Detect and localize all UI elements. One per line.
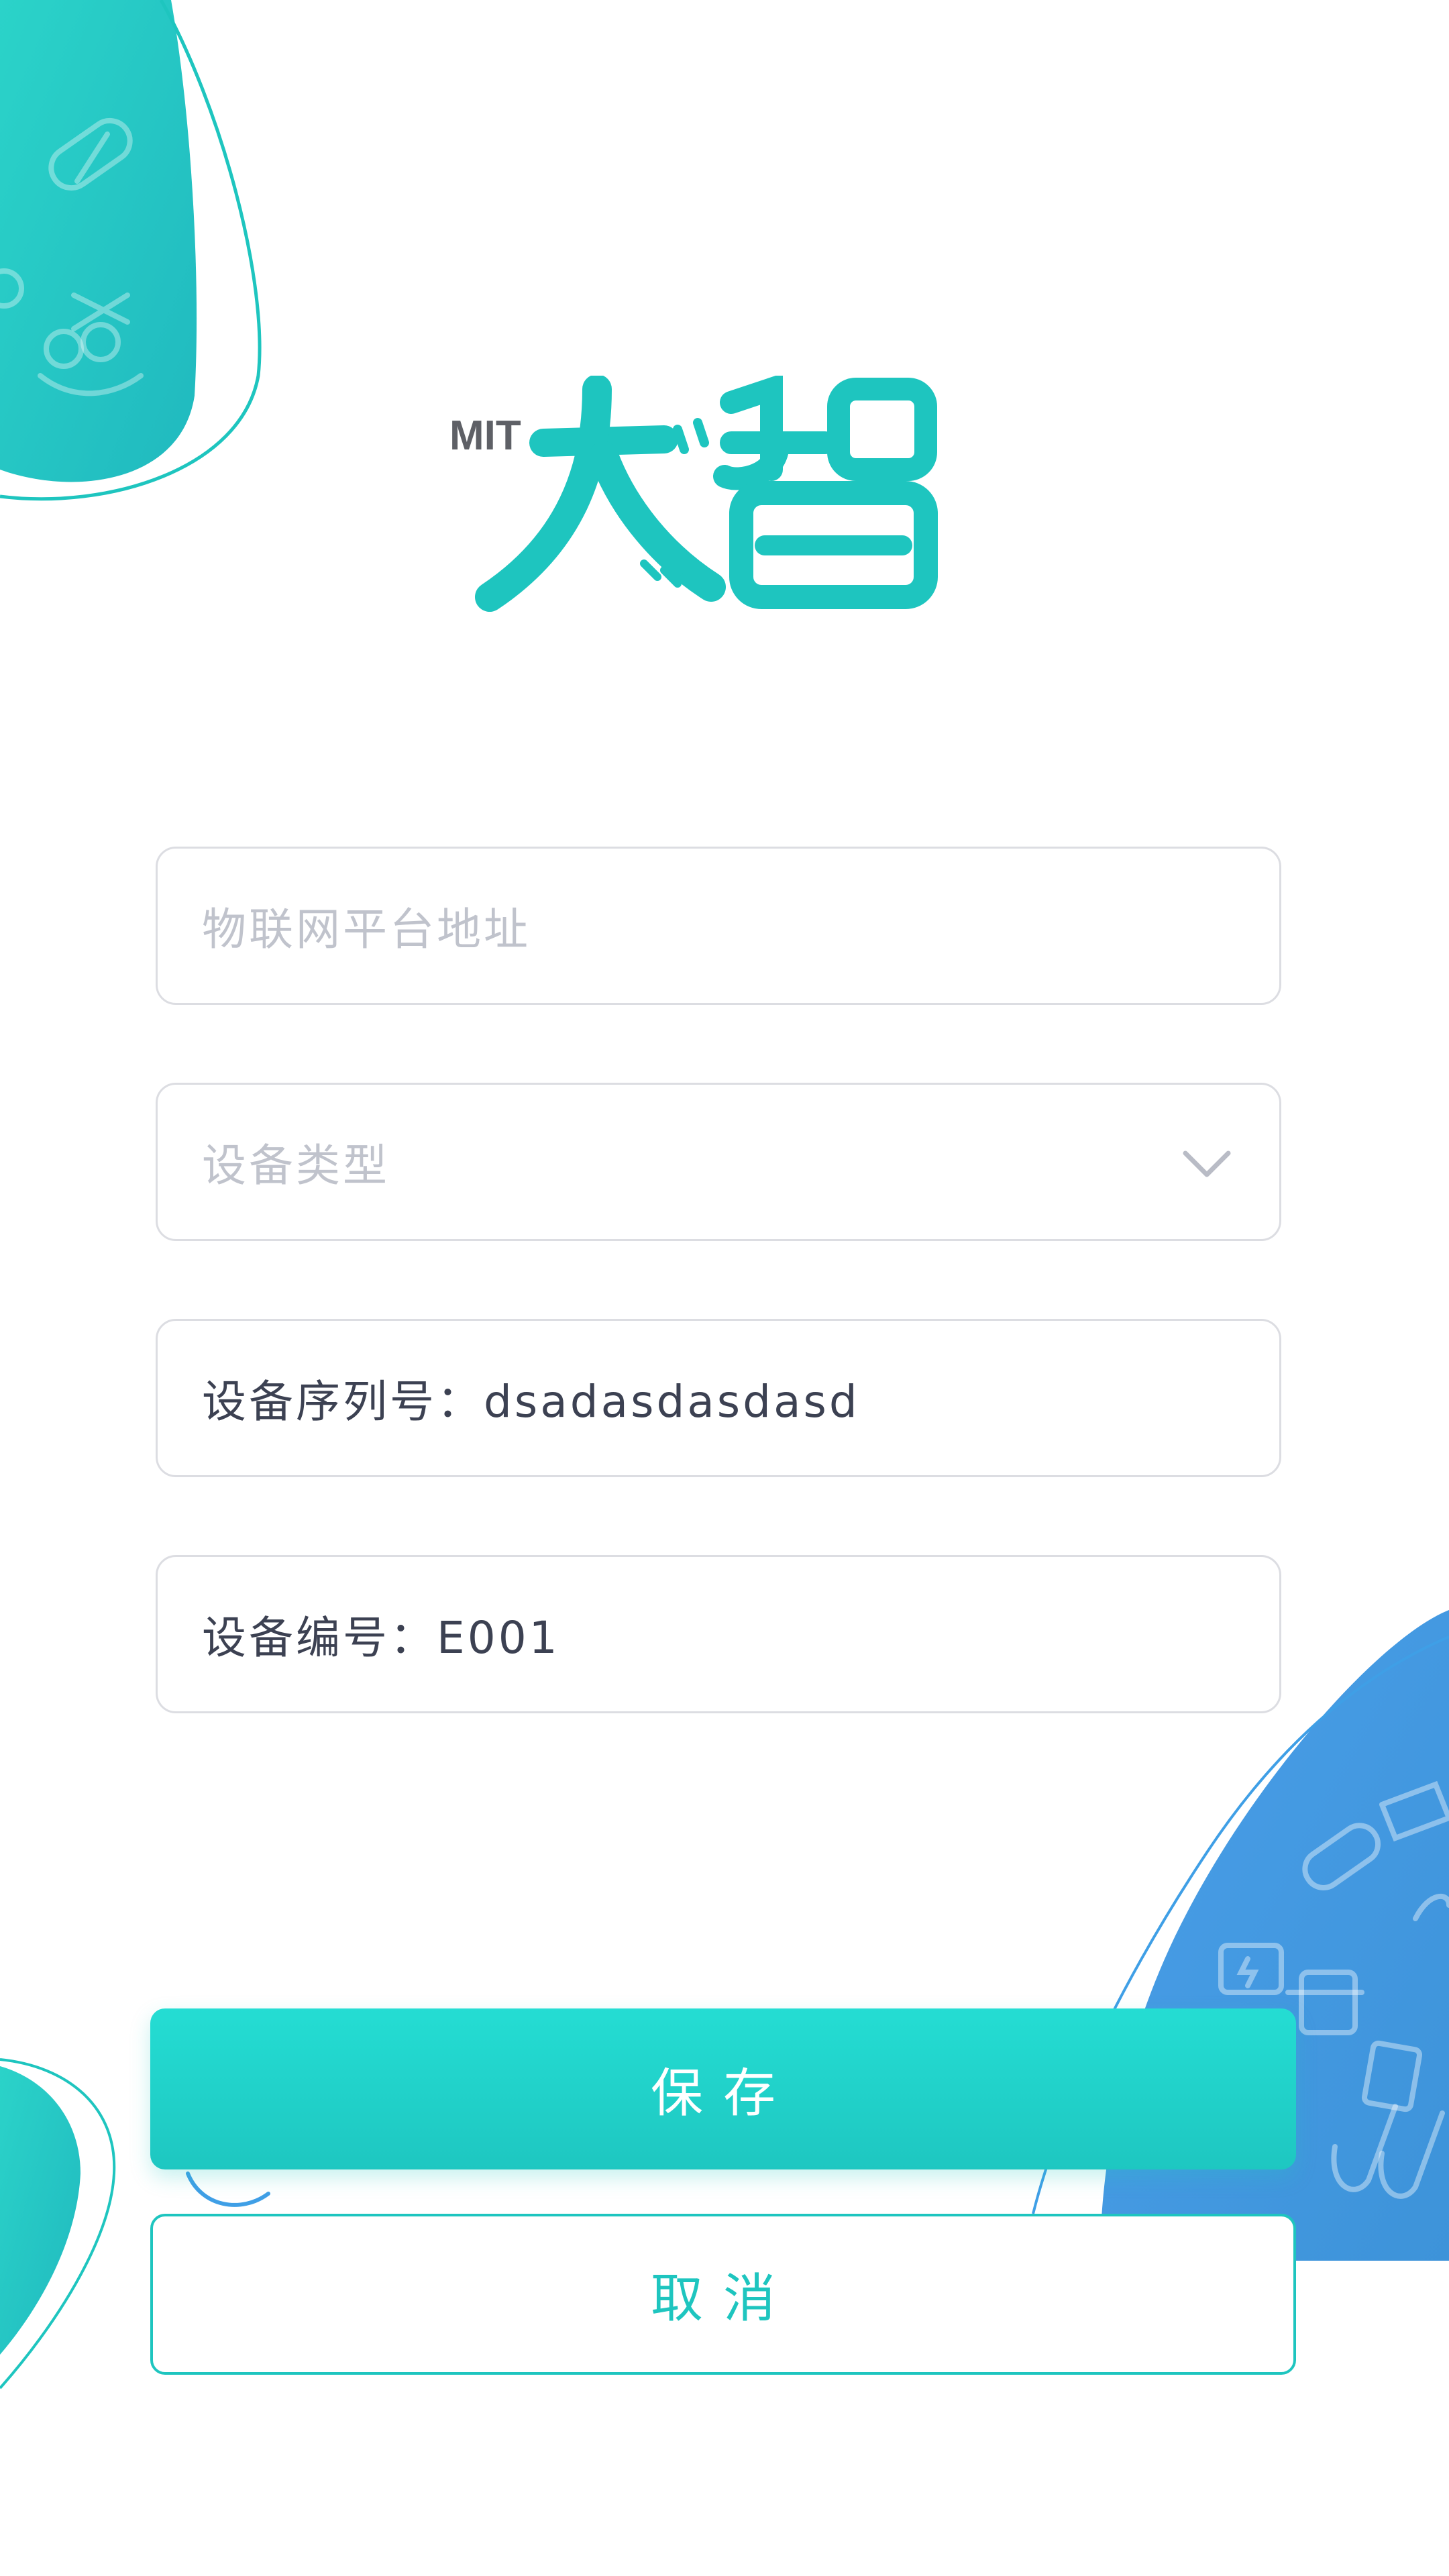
cancel-button[interactable]: 取消	[150, 2214, 1296, 2375]
device-code-text: 设备编号：E001	[202, 1612, 560, 1664]
device-type-placeholder: 设备类型	[202, 1140, 390, 1191]
brand-logo: MIT	[449, 373, 959, 617]
serial-number-field[interactable]: 设备序列号：dsadasdasdasd	[156, 1319, 1281, 1477]
save-button[interactable]: 保存	[150, 2008, 1296, 2169]
platform-address-placeholder: 物联网平台地址	[202, 904, 531, 955]
decorative-blob-top-left	[0, 0, 282, 510]
platform-address-input[interactable]: 物联网平台地址	[156, 847, 1281, 1005]
chevron-down-icon[interactable]	[1181, 1141, 1232, 1187]
device-type-select[interactable]: 设备类型	[156, 1083, 1281, 1241]
device-code-field[interactable]: 设备编号：E001	[156, 1555, 1281, 1713]
svg-text:MIT: MIT	[449, 413, 521, 459]
serial-number-text: 设备序列号：dsadasdasdasd	[202, 1376, 860, 1428]
